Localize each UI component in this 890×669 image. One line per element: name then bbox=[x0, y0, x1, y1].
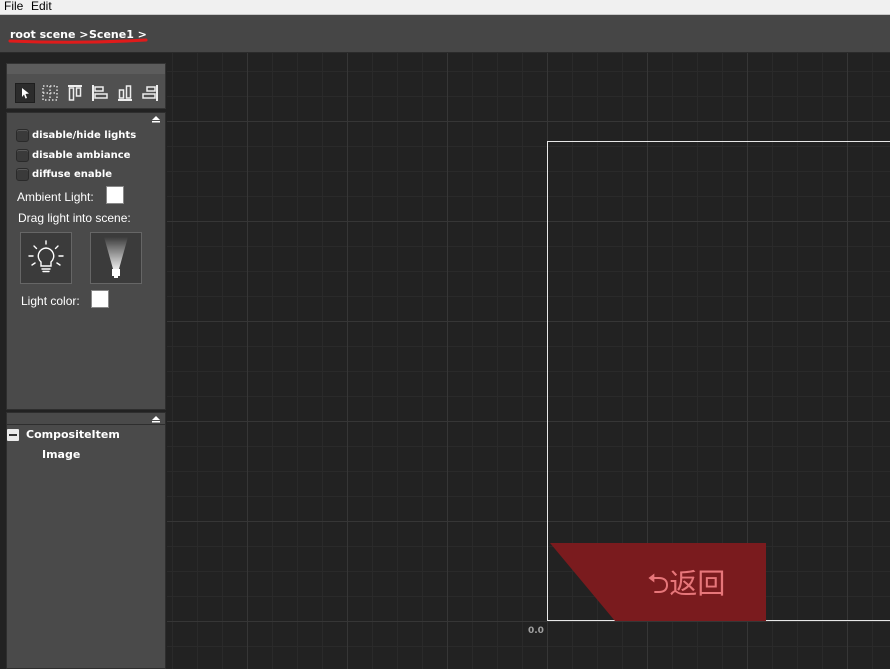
checkbox-box[interactable] bbox=[16, 128, 29, 142]
align-left-icon[interactable] bbox=[90, 83, 110, 103]
light-color-label: Light color: bbox=[21, 294, 80, 308]
breadcrumb-bar: root scene > Scene1 > bbox=[0, 15, 890, 53]
align-top-icon[interactable] bbox=[65, 83, 85, 103]
disable-ambiance-checkbox[interactable]: disable ambiance bbox=[16, 148, 130, 162]
diffuse-enable-label: diffuse enable bbox=[32, 168, 113, 180]
disable-hide-lights-label: disable/hide lights bbox=[32, 129, 137, 141]
align-right-icon[interactable] bbox=[140, 83, 160, 103]
origin-coordinate-label: 0.0 bbox=[528, 626, 544, 636]
tools-panel-header bbox=[7, 64, 165, 74]
disable-hide-lights-checkbox[interactable]: disable/hide lights bbox=[16, 128, 136, 142]
menu-edit[interactable]: Edit bbox=[31, 0, 52, 13]
disable-ambiance-label: disable ambiance bbox=[32, 149, 131, 161]
ambient-light-label: Ambient Light: bbox=[17, 190, 94, 204]
menu-bar: File Edit bbox=[0, 0, 890, 15]
light-color-swatch[interactable] bbox=[91, 290, 109, 308]
collapse-minus-icon[interactable] bbox=[7, 429, 19, 441]
tools-panel bbox=[6, 63, 166, 109]
lightbulb-icon bbox=[28, 240, 64, 273]
scene-canvas[interactable]: ⮌返回 0.0 bbox=[167, 53, 890, 669]
spot-light-button[interactable] bbox=[90, 232, 142, 284]
collapse-arrow-icon[interactable] bbox=[151, 115, 161, 123]
point-light-button[interactable] bbox=[20, 232, 72, 284]
item-tree-panel bbox=[6, 412, 166, 669]
diffuse-enable-checkbox[interactable]: diffuse enable bbox=[16, 167, 112, 181]
back-button-label[interactable]: ⮌返回 bbox=[647, 567, 725, 601]
align-bottom-icon[interactable] bbox=[115, 83, 135, 103]
checkbox-box[interactable] bbox=[16, 148, 29, 162]
tree-item-composite[interactable]: CompositeItem bbox=[26, 428, 120, 441]
select-tool-icon[interactable] bbox=[15, 83, 35, 103]
tree-item-image[interactable]: Image bbox=[42, 448, 80, 461]
marquee-tool-icon[interactable] bbox=[40, 83, 60, 103]
panel-divider bbox=[7, 424, 165, 425]
collapse-arrow-icon[interactable] bbox=[151, 415, 161, 423]
checkbox-box[interactable] bbox=[16, 167, 29, 181]
ambient-light-color-swatch[interactable] bbox=[106, 186, 124, 204]
spotlight-icon bbox=[104, 237, 128, 278]
menu-file[interactable]: File bbox=[4, 0, 23, 13]
drag-light-label: Drag light into scene: bbox=[18, 211, 131, 225]
red-underline-annotation bbox=[8, 38, 148, 44]
